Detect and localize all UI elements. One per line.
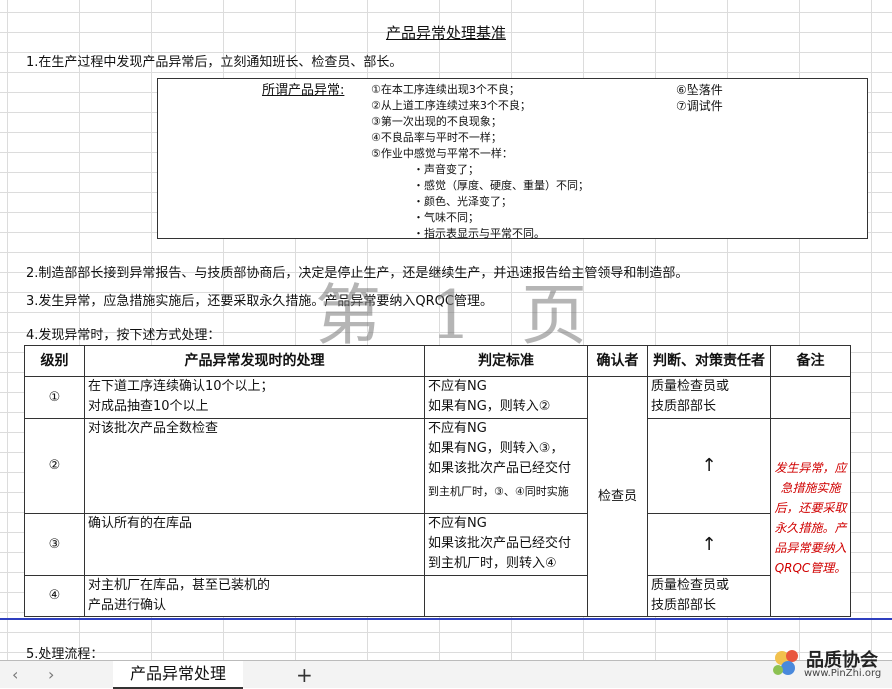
- responsible-cell: 质量检查员或 技质部部长: [647, 575, 771, 617]
- instruction-1: 1.在生产过程中发现产品异常后，立刻通知班长、检查员、部长。: [26, 55, 403, 70]
- criteria-line: 如果有NG，则转入②: [428, 399, 551, 414]
- definition-right-item: ⑦调试件: [676, 99, 723, 113]
- definition-sub-item: ・声音变了；: [413, 163, 479, 176]
- confirmer-cell: 检查员: [587, 376, 648, 617]
- responsible-line: 质量检查员或: [651, 578, 730, 593]
- handling-line: 对成品抽查10个以上: [88, 399, 209, 414]
- table-header-row: 级别 产品异常发现时的处理 判定标准 确认者 判断、对策责任者 备注: [24, 345, 851, 377]
- definition-item: ④不良品率与平时不一样；: [371, 131, 502, 144]
- definition-right-item: ⑥坠落件: [676, 83, 723, 97]
- criteria-line: 如果有NG，则转入③，: [428, 441, 564, 456]
- criteria-cell: 不应有NG 如果有NG，则转入③， 如果该批次产品已经交付 到主机厂时，③、④同…: [424, 418, 588, 514]
- criteria-cell: 不应有NG 如果该批次产品已经交付 到主机厂时，则转入④: [424, 513, 588, 576]
- criteria-line: 到主机厂时，则转入④: [428, 556, 557, 571]
- remark-cell: 发生异常，应急措施实施后，还要采取永久措施。产品异常要纳入QRQC管理。: [770, 418, 851, 617]
- table-row: ④ 对主机厂在库品，甚至已装机的 产品进行确认 质量检查员或 技质部部长: [24, 575, 851, 617]
- responsible-line: 技质部部长: [651, 598, 717, 613]
- remark-cell-empty: [770, 376, 851, 419]
- definition-label: 所谓产品异常:: [262, 83, 345, 98]
- handling-line: 对主机厂在库品，甚至已装机的: [88, 578, 271, 593]
- column-header: 判断、对策责任者: [647, 345, 771, 377]
- column-header: 级别: [24, 345, 85, 377]
- criteria-line: 如果该批次产品已经交付: [428, 536, 572, 551]
- up-arrow-icon: ↑: [647, 418, 771, 514]
- page-title: 产品异常处理基准: [385, 24, 506, 42]
- handling-line: 在下道工序连续确认10个以上；: [88, 379, 274, 394]
- definition-item: ⑤作业中感觉与平常不一样：: [371, 147, 513, 160]
- handling-line: 产品进行确认: [88, 598, 167, 613]
- definition-item: ③第一次出现的不良现象；: [371, 115, 502, 128]
- definition-box: 所谓产品异常: ①在本工序连续出现3个不良； ②从上道工序连续过来3个不良； ③…: [157, 78, 868, 240]
- up-arrow-icon: ↑: [647, 513, 771, 576]
- definition-item: ①在本工序连续出现3个不良；: [371, 83, 520, 96]
- add-sheet-button[interactable]: +: [296, 663, 313, 687]
- level-cell: ①: [24, 376, 85, 419]
- table-row: ③ 确认所有的在库品 不应有NG 如果该批次产品已经交付 到主机厂时，则转入④ …: [24, 513, 851, 576]
- level-cell: ③: [24, 513, 85, 576]
- handling-cell: 对主机厂在库品，甚至已装机的 产品进行确认: [84, 575, 425, 617]
- handling-line: 确认所有的在库品: [88, 516, 193, 531]
- definition-sub-item: ・感觉（厚度、硬度、重量）不同；: [413, 179, 589, 192]
- column-header: 确认者: [587, 345, 648, 377]
- handling-cell: 确认所有的在库品: [84, 513, 425, 576]
- handling-cell: 在下道工序连续确认10个以上； 对成品抽查10个以上: [84, 376, 425, 419]
- definition-item: ②从上道工序连续过来3个不良；: [371, 99, 531, 112]
- spreadsheet-grid[interactable]: 产品异常处理基准 1.在生产过程中发现产品异常后，立刻通知班长、检查员、部长。 …: [0, 0, 892, 662]
- definition-sub-item: ・指示表显示与平常不同。: [413, 227, 545, 240]
- column-header: 产品异常发现时的处理: [84, 345, 425, 377]
- instruction-4: 4.发现异常时，按下述方式处理：: [26, 328, 221, 343]
- criteria-line: 到主机厂时，③、④同时实施: [428, 485, 569, 498]
- criteria-line: 不应有NG: [428, 379, 487, 394]
- flower-logo-icon: [773, 650, 798, 675]
- table-row: ① 在下道工序连续确认10个以上； 对成品抽查10个以上 不应有NG 如果有NG…: [24, 376, 851, 617]
- level-cell: ②: [24, 418, 85, 514]
- page-break-line: [0, 618, 892, 620]
- responsible-line: 技质部部长: [651, 399, 717, 414]
- sheet-tab-bar: ‹ › 产品异常处理 +: [0, 660, 892, 689]
- prev-sheet-icon[interactable]: ‹: [12, 665, 18, 684]
- watermark-logo: 品质协会 www.PinZhi.org: [766, 640, 892, 687]
- column-header: 判定标准: [424, 345, 588, 377]
- criteria-cell: 不应有NG 如果有NG，则转入②: [424, 376, 588, 419]
- responsible-cell: 质量检查员或 技质部部长: [647, 376, 771, 419]
- sheet-tab-active[interactable]: 产品异常处理: [113, 661, 243, 689]
- responsible-line: 质量检查员或: [651, 379, 730, 394]
- handling-cell: 对该批次产品全数检查: [84, 418, 425, 514]
- logo-url: www.PinZhi.org: [804, 668, 882, 679]
- definition-sub-item: ・颜色、光泽变了；: [413, 195, 512, 208]
- definition-sub-item: ・气味不同；: [413, 211, 479, 224]
- next-sheet-icon[interactable]: ›: [48, 665, 54, 684]
- criteria-cell-empty: [424, 575, 588, 617]
- table-row: ② 对该批次产品全数检查 不应有NG 如果有NG，则转入③， 如果该批次产品已经…: [24, 418, 851, 617]
- handling-line: 对该批次产品全数检查: [88, 421, 219, 436]
- criteria-line: 不应有NG: [428, 516, 487, 531]
- level-cell: ④: [24, 575, 85, 617]
- criteria-line: 如果该批次产品已经交付: [428, 461, 572, 476]
- column-header: 备注: [770, 345, 851, 377]
- page-watermark: 第 1 页: [315, 277, 601, 354]
- criteria-line: 不应有NG: [428, 421, 487, 436]
- procedure-table: 级别 产品异常发现时的处理 判定标准 确认者 判断、对策责任者 备注 ① 在下道…: [24, 345, 851, 617]
